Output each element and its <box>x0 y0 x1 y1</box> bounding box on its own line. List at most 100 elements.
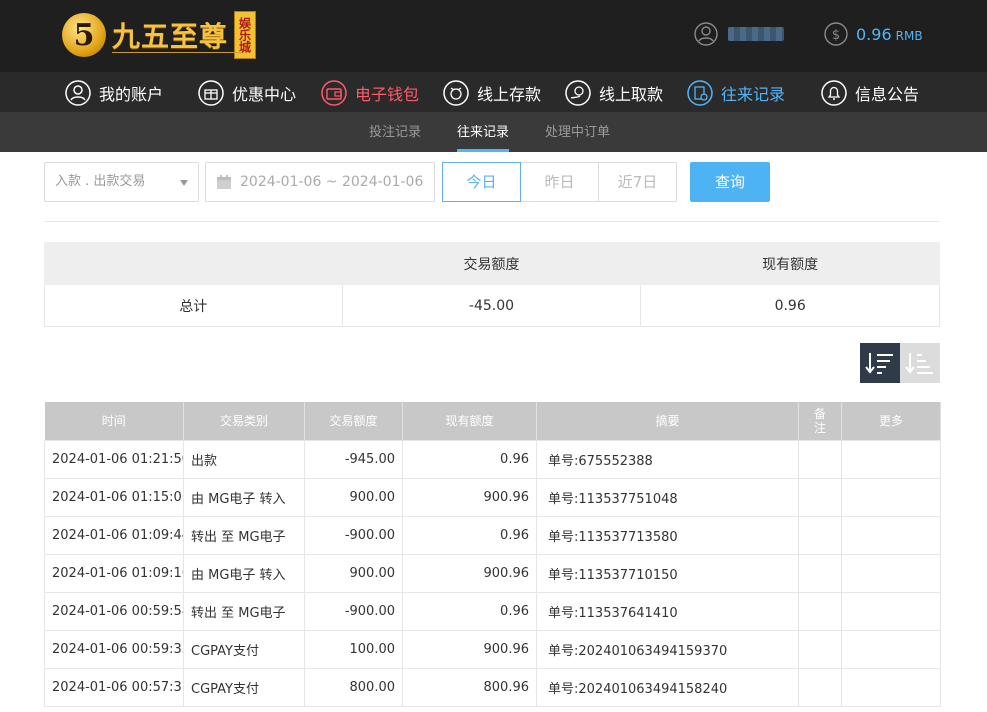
cell-time: 2024-01-06 00:57:31 <box>44 667 184 707</box>
cell-more[interactable] <box>841 439 941 479</box>
cell-more[interactable] <box>841 477 941 517</box>
records-icon <box>687 79 713 106</box>
nav-online-withdraw[interactable]: 线上取款 <box>565 72 663 113</box>
cell-balance: 800.96 <box>402 667 537 707</box>
cell-type: 转出 至 MG电子 <box>183 515 305 555</box>
table-row: 2024-01-06 00:59:33 CGPAY支付 100.00 900.9… <box>44 629 941 669</box>
column-header-type: 交易类别 <box>183 402 305 440</box>
summary-header-cell: 现有额度 <box>640 242 940 285</box>
cell-amount: -900.00 <box>304 591 403 631</box>
nav-promotions[interactable]: 优惠中心 <box>198 72 296 113</box>
calendar-icon <box>217 175 231 189</box>
yesterday-button[interactable]: 昨日 <box>520 162 599 202</box>
cell-balance: 900.96 <box>402 477 537 517</box>
cell-time: 2024-01-06 01:09:44 <box>44 515 184 555</box>
cell-summary: 单号:113537710150 <box>536 553 799 593</box>
cell-type: 由 MG电子 转入 <box>183 553 305 593</box>
main-nav: 我的账户 优惠中心 电子钱包 线上存款 线上取款 往来记录 信息公告 <box>0 72 987 113</box>
cell-time: 2024-01-06 00:59:58 <box>44 591 184 631</box>
nav-transaction-records[interactable]: 往来记录 <box>687 72 785 113</box>
cell-amount: 800.00 <box>304 667 403 707</box>
dollar-coin-icon: $ <box>824 22 848 46</box>
summary-header-row: 交易额度 现有额度 <box>44 242 940 285</box>
cell-balance: 900.96 <box>402 553 537 593</box>
cell-balance: 0.96 <box>402 591 537 631</box>
cell-amount: 100.00 <box>304 629 403 669</box>
nav-label: 往来记录 <box>721 84 786 104</box>
today-button[interactable]: 今日 <box>442 162 521 202</box>
cell-more[interactable] <box>841 515 941 555</box>
cell-time: 2024-01-06 01:09:16 <box>44 553 184 593</box>
cell-type: 由 MG电子 转入 <box>183 477 305 517</box>
cell-summary: 单号:202401063494159370 <box>536 629 799 669</box>
column-header-more: 更多 <box>841 402 941 440</box>
table-row: 2024-01-06 01:21:50 出款 -945.00 0.96 单号:6… <box>44 439 941 479</box>
nav-my-account[interactable]: 我的账户 <box>65 72 163 113</box>
user-account[interactable] <box>694 22 784 46</box>
nav-label: 优惠中心 <box>232 84 297 104</box>
sort-ascending-button[interactable] <box>900 343 940 383</box>
top-header: 5 九五至尊 娱乐城 $ 0.96 RMB <box>0 0 987 72</box>
brand-name: 九五至尊 <box>112 20 229 53</box>
table-row: 2024-01-06 01:15:01 由 MG电子 转入 900.00 900… <box>44 477 941 517</box>
cell-more[interactable] <box>841 553 941 593</box>
summary-cell: 总计 <box>44 284 343 327</box>
cell-type: 转出 至 MG电子 <box>183 591 305 631</box>
records-header-row: 时间 交易类别 交易额度 现有额度 摘要 备注 更多 <box>44 402 941 440</box>
cell-time: 2024-01-06 00:59:33 <box>44 629 184 669</box>
summary-header-cell: 交易额度 <box>341 242 642 285</box>
tab-pending-orders[interactable]: 处理中订单 <box>545 113 610 152</box>
wallet-icon <box>321 79 347 106</box>
date-range-input[interactable]: 2024-01-06 ~ 2024-01-06 <box>205 162 435 202</box>
tab-transaction-records[interactable]: 往来记录 <box>457 113 510 152</box>
deposit-icon <box>443 79 469 106</box>
cell-summary: 单号:113537751048 <box>536 477 799 517</box>
avatar-icon <box>694 22 718 46</box>
cell-balance: 900.96 <box>402 629 537 669</box>
user-icon <box>65 79 91 106</box>
query-button[interactable]: 查询 <box>690 162 770 202</box>
logo-ornament <box>112 52 242 58</box>
nav-e-wallet[interactable]: 电子钱包 <box>321 72 419 113</box>
svg-text:$: $ <box>832 28 840 43</box>
nav-announcements[interactable]: 信息公告 <box>821 72 919 113</box>
cell-more[interactable] <box>841 629 941 669</box>
cell-note <box>798 439 842 479</box>
cell-more[interactable] <box>841 667 941 707</box>
cell-type: CGPAY支付 <box>183 667 305 707</box>
cell-time: 2024-01-06 01:15:01 <box>44 477 184 517</box>
cell-summary: 单号:202401063494158240 <box>536 667 799 707</box>
logo-mark-icon: 5 <box>62 13 106 57</box>
sort-ascending-icon <box>905 353 933 374</box>
records-table: 时间 交易类别 交易额度 现有额度 摘要 备注 更多 2024-01-06 01… <box>44 402 941 707</box>
column-header-time: 时间 <box>44 402 184 440</box>
cell-note <box>798 553 842 593</box>
cell-summary: 单号:113537641410 <box>536 591 799 631</box>
nav-label: 线上取款 <box>599 84 664 104</box>
nav-online-deposit[interactable]: 线上存款 <box>443 72 541 113</box>
last-7-days-button[interactable]: 近7日 <box>598 162 677 202</box>
sort-descending-button[interactable] <box>860 343 900 383</box>
table-row: 2024-01-06 01:09:44 转出 至 MG电子 -900.00 0.… <box>44 515 941 555</box>
date-range-value: 2024-01-06 ~ 2024-01-06 <box>240 174 424 190</box>
cell-amount: -945.00 <box>304 439 403 479</box>
tab-bet-records[interactable]: 投注记录 <box>369 113 421 152</box>
column-header-note: 备注 <box>798 402 842 440</box>
cell-time: 2024-01-06 01:21:50 <box>44 439 184 479</box>
summary-total-row: 总计 -45.00 0.96 <box>44 284 940 327</box>
transaction-type-value: 入款 . 出款交易 <box>55 174 146 189</box>
bell-icon <box>821 79 847 106</box>
cell-amount: 900.00 <box>304 553 403 593</box>
cell-more[interactable] <box>841 591 941 631</box>
transaction-type-select[interactable]: 入款 . 出款交易 <box>44 162 199 202</box>
cell-note <box>798 667 842 707</box>
table-row: 2024-01-06 00:59:58 转出 至 MG电子 -900.00 0.… <box>44 591 941 631</box>
cell-type: CGPAY支付 <box>183 629 305 669</box>
gift-icon <box>198 79 224 106</box>
table-row: 2024-01-06 01:09:16 由 MG电子 转入 900.00 900… <box>44 553 941 593</box>
cell-note <box>798 515 842 555</box>
nav-label: 我的账户 <box>99 84 164 104</box>
masked-username <box>728 27 784 41</box>
quick-date-group: 今日 昨日 近7日 <box>442 162 677 202</box>
cell-summary: 单号:113537713580 <box>536 515 799 555</box>
